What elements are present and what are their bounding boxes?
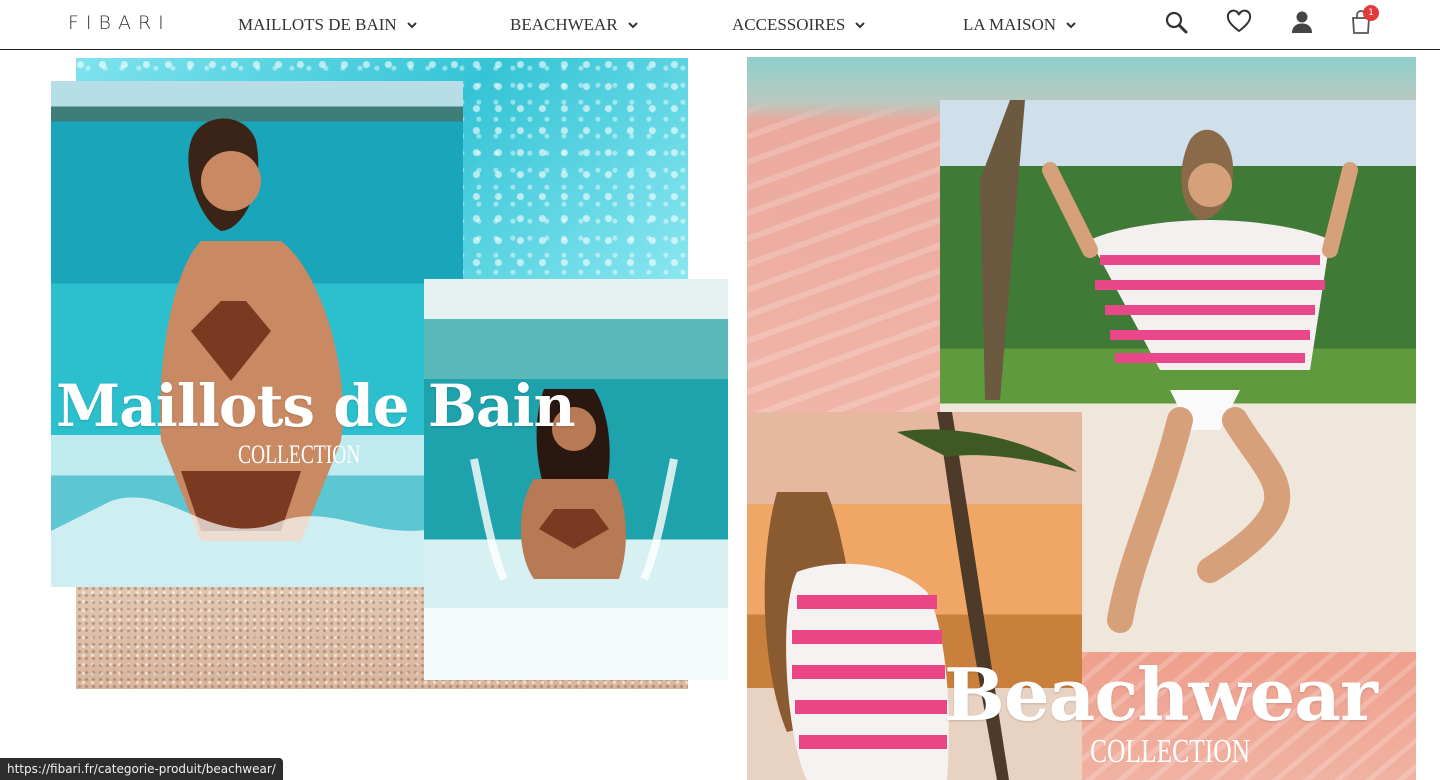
model-figure-image [51,118,463,587]
nav-accessoires[interactable]: ACCESSOIRES [732,14,867,36]
nav-label: BEACHWEAR [510,15,618,34]
search-icon[interactable] [1162,8,1190,36]
nav-la-maison[interactable]: LA MAISON [963,14,1078,36]
swimwear-collection-subtitle: COLLECTION [238,440,361,469]
nav-maillots-de-bain[interactable]: MAILLOTS DE BAIN [238,14,419,36]
heart-icon[interactable] [1225,8,1253,36]
swimwear-collection-title: Maillots de Bain [56,372,576,440]
chevron-down-icon [627,22,638,29]
model-swimwear-photo-small [424,279,728,680]
site-logo[interactable]: FIBARI [68,12,171,34]
nav-label: MAILLOTS DE BAIN [238,15,397,34]
beachwear-collection-title: Beachwear [944,652,1378,737]
user-icon[interactable] [1288,8,1316,36]
browser-status-bar-url: https://fibari.fr/categorie-produit/beac… [0,758,283,780]
model-figure-image-small [470,389,678,581]
nav-label: ACCESSOIRES [732,15,846,34]
nav-label: LA MAISON [963,15,1057,34]
chevron-down-icon [1066,22,1076,29]
cart-count-badge: 1 [1363,5,1379,21]
chevron-down-icon [406,22,417,29]
model-swimwear-photo [51,81,463,587]
chevron-down-icon [855,22,866,29]
site-header: FIBARI MAILLOTS DE BAIN BEACHWEAR ACCESS… [0,0,1440,50]
beachwear-collection-subtitle: COLLECTION [1090,733,1251,770]
nav-beachwear[interactable]: BEACHWEAR [510,14,640,36]
